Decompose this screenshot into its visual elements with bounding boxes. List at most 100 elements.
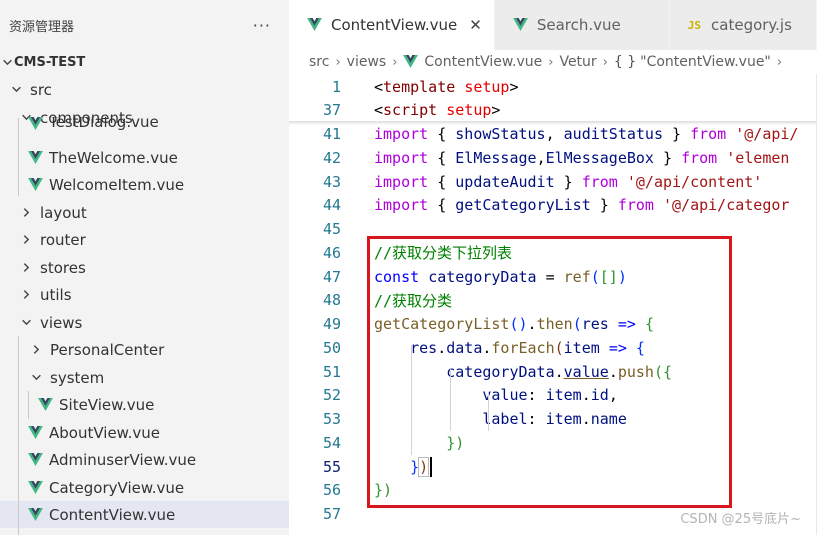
code-token: , (536, 148, 546, 167)
tree-item-label: AboutView.vue (49, 423, 160, 442)
close-icon[interactable]: ✕ (469, 16, 482, 34)
tree-file[interactable]: CategoryView.vue (0, 474, 289, 501)
line-number: 51 (322, 362, 341, 381)
tree-item-label: system (50, 368, 105, 387)
line-number: 48 (322, 291, 341, 310)
breadcrumb-item[interactable]: views (347, 54, 387, 70)
tree-folder[interactable]: views (0, 309, 289, 336)
code-line[interactable]: 43 import { updateAudit } from '@/api/con… (289, 170, 817, 194)
chevron-right-icon: › (776, 54, 783, 70)
more-actions-icon[interactable]: ··· (253, 16, 271, 35)
code-token: { (428, 196, 456, 215)
indent-guide (18, 336, 19, 535)
code-token: '@/api/ (735, 124, 799, 143)
project-name: CMS-TEST (14, 54, 86, 70)
project-root[interactable]: CMS-TEST (0, 50, 289, 74)
code-line[interactable]: 1 <template setup> (289, 75, 817, 99)
tree-folder[interactable]: router (0, 226, 289, 253)
indent-guide (18, 118, 19, 196)
line-number: 55 (322, 457, 341, 476)
line-number: 1 (331, 77, 341, 96)
code-view[interactable]: 1 <template setup> 37 <script setup> 41 impor… (289, 74, 817, 535)
tree-file[interactable]: SiteView.vue (0, 391, 289, 418)
line-number: 57 (322, 504, 341, 523)
annotation-highlight-box (367, 236, 732, 508)
tree-folder[interactable]: stores (0, 254, 289, 281)
code-line[interactable]: 41 import { showStatus, auditStatus } fro… (289, 122, 817, 146)
chevron-down-icon (18, 315, 34, 331)
breadcrumb-item[interactable]: Vetur (559, 54, 596, 70)
code-token: '@/api/categor (663, 196, 790, 215)
chevron-right-icon: › (392, 54, 398, 70)
chevron-down-icon (0, 54, 14, 70)
tree-item-label: utils (40, 285, 72, 304)
code-token: from (617, 196, 654, 215)
line-number: 45 (322, 219, 341, 238)
js-icon: JS (687, 18, 702, 32)
tree-folder[interactable]: PersonalCenter (0, 336, 289, 363)
vue-icon (28, 425, 44, 440)
code-token: from (690, 124, 727, 143)
chevron-right-icon: › (335, 54, 341, 70)
code-token: import (374, 196, 429, 215)
code-token: from (681, 148, 718, 167)
tree-folder[interactable]: src (0, 76, 289, 103)
code-token: ElMessage (455, 148, 537, 167)
code-token: > (491, 101, 501, 120)
chevron-down-icon (8, 82, 24, 98)
tree-item-label: ContentView.vue (49, 505, 176, 524)
tree-file[interactable]: AboutView.vue (0, 419, 289, 446)
tree-folder[interactable]: layout (0, 199, 289, 226)
tree-item-label: src (30, 80, 52, 99)
tree-folder[interactable]: system (0, 364, 289, 391)
tree-item-label: views (40, 313, 83, 332)
vue-icon (28, 452, 44, 467)
line-number: 46 (322, 243, 341, 262)
code-token: , (545, 124, 564, 143)
tree-file[interactable]: WelcomeItem.vue (0, 171, 289, 198)
breadcrumb-item[interactable]: ContentView.vue (424, 54, 542, 70)
tree-file[interactable]: AdminuserView.vue (0, 446, 289, 473)
chevron-right-icon (28, 342, 44, 358)
tab-label: category.js (711, 16, 792, 34)
chevron-right-icon (18, 232, 34, 248)
code-line[interactable]: 37 <script setup> (289, 98, 817, 123)
code-line[interactable]: 44 import { getCategoryList } from '@/api… (289, 194, 817, 218)
chevron-down-icon (28, 370, 44, 386)
code-token: } (554, 172, 582, 191)
tree-item-label: router (40, 230, 86, 249)
tree-item-label: TheWelcome.vue (49, 148, 178, 167)
code-text: <template setup> (374, 78, 519, 96)
chevron-right-icon (18, 287, 34, 303)
tree-file[interactable]: TestDialog.vue (0, 117, 289, 131)
code-token: { (428, 148, 456, 167)
line-number: 54 (322, 433, 341, 452)
code-line[interactable]: 42 import { ElMessage,ElMessageBox } from… (289, 146, 817, 170)
tree-item-label: CategoryView.vue (49, 478, 185, 497)
line-number: 56 (322, 481, 341, 500)
code-token: > (509, 77, 519, 96)
code-token: '@/api/content' (626, 172, 763, 191)
code-token: showStatus (455, 124, 546, 143)
code-token: getCategoryList (455, 196, 591, 215)
code-text: import { getCategoryList } from '@/api/c… (374, 196, 789, 214)
line-number: 49 (322, 314, 341, 333)
tree-file[interactable]: TheWelcome.vue (0, 144, 289, 171)
code-token: 'elemen (726, 148, 790, 167)
code-token: script (383, 101, 438, 120)
code-text: import { showStatus, auditStatus } from … (374, 125, 798, 143)
code-token: setup (464, 77, 510, 96)
breadcrumb-item[interactable]: src (309, 54, 329, 70)
code-token: } (653, 148, 682, 167)
tab-contentview[interactable]: ContentView.vue ✕ (289, 0, 495, 50)
vue-icon (28, 507, 44, 522)
tab-category-js[interactable]: JS category.js (669, 0, 817, 50)
tree-file[interactable]: ContentView.vue (0, 501, 289, 528)
breadcrumb-item[interactable]: "ContentView.vue" (640, 54, 771, 70)
tree-folder[interactable]: utils (0, 281, 289, 308)
code-token: import (374, 148, 429, 167)
tab-search[interactable]: Search.vue (494, 0, 670, 50)
